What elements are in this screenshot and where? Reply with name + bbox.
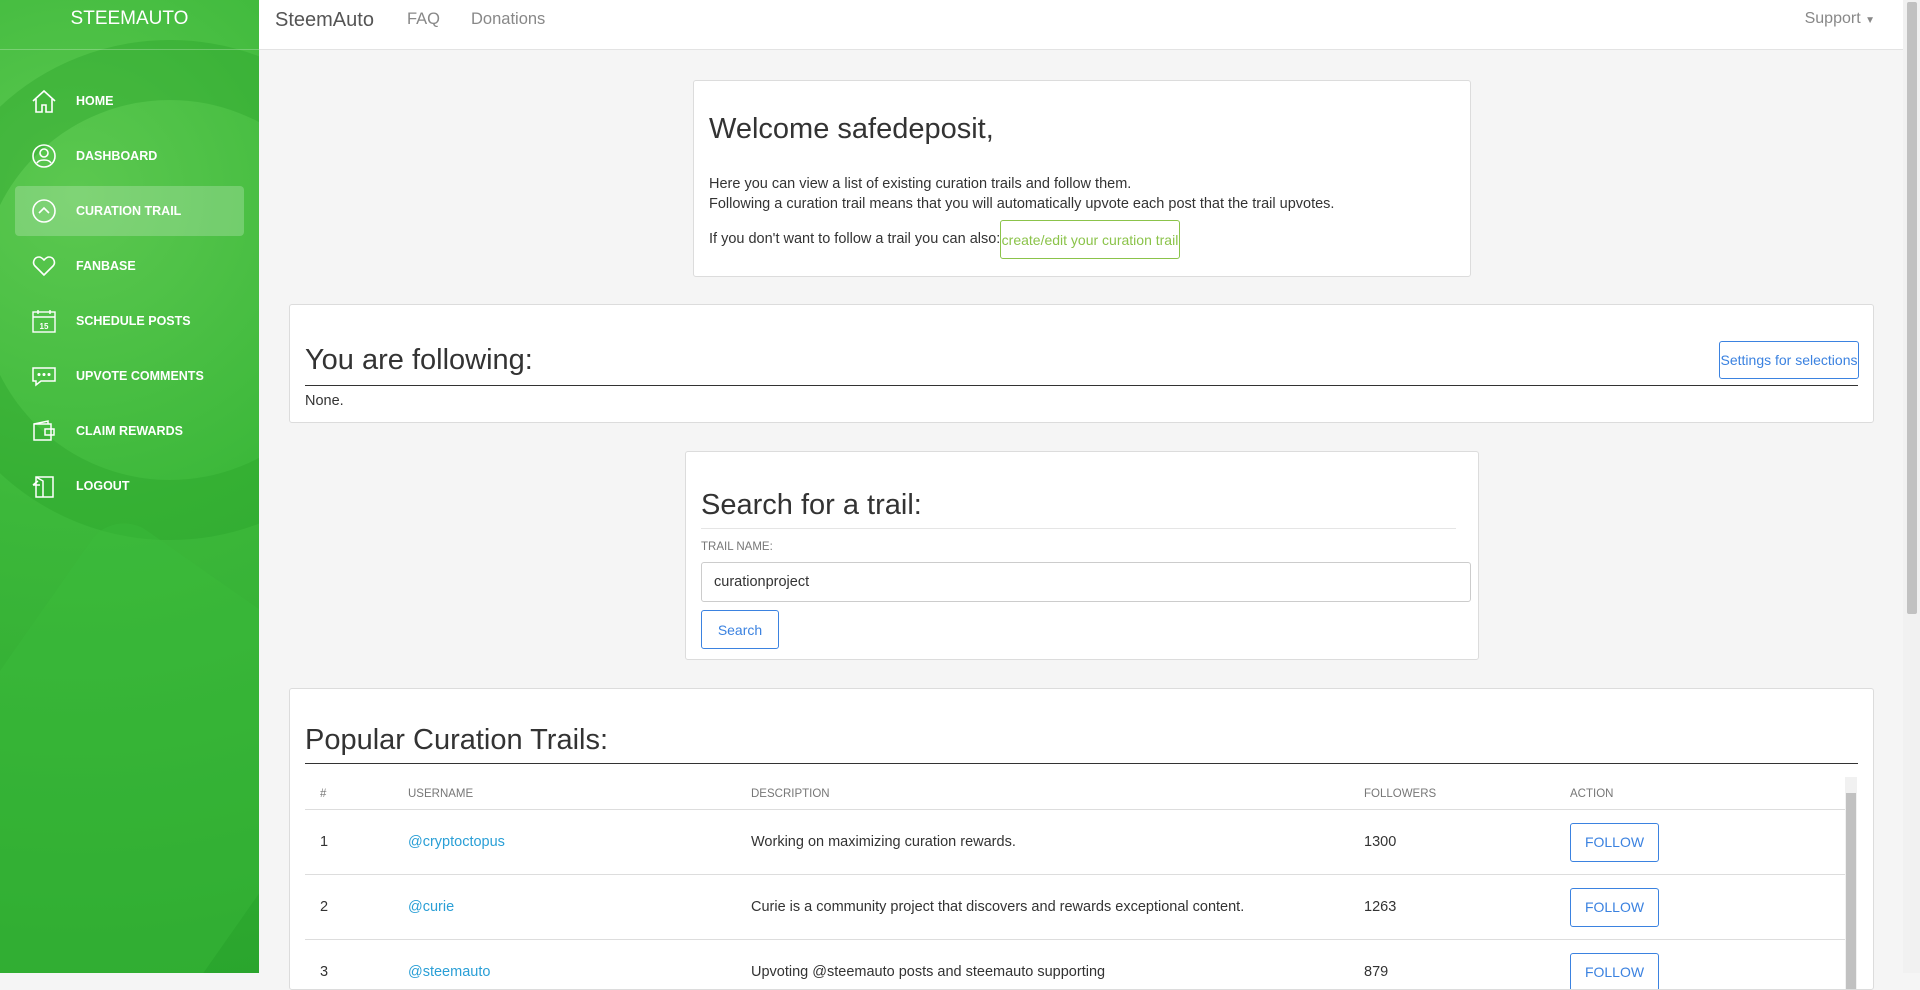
search-title: Search for a trail: — [701, 489, 922, 522]
table-header: # USERNAME DESCRIPTION FOLLOWERS ACTION — [305, 779, 1849, 810]
sidebar-item-label: LOGOUT — [76, 479, 129, 493]
sidebar-item-label: HOME — [76, 94, 114, 108]
popular-trails-card: Popular Curation Trails: # USERNAME DESC… — [289, 688, 1874, 990]
follow-button[interactable]: FOLLOW — [1570, 823, 1659, 862]
svg-text:15: 15 — [40, 322, 49, 331]
site-title-link[interactable]: SteemAuto — [275, 9, 374, 32]
followers-count: 1300 — [1364, 810, 1396, 874]
sidebar-item-schedule-posts[interactable]: 15 SCHEDULE POSTS — [15, 296, 244, 346]
logout-icon — [31, 473, 57, 499]
support-label: Support — [1805, 10, 1861, 27]
sidebar-item-label: DASHBOARD — [76, 149, 157, 163]
trail-description: Working on maximizing curation rewards. — [751, 810, 1016, 874]
settings-for-selections-button[interactable]: Settings for selections — [1719, 341, 1859, 379]
sidebar-item-label: CLAIM REWARDS — [76, 424, 183, 438]
sidebar-item-fanbase[interactable]: FANBASE — [15, 241, 244, 291]
sidebar-item-curation-trail[interactable]: CURATION TRAIL — [15, 186, 244, 236]
sidebar-item-label: FANBASE — [76, 259, 136, 273]
trail-description: Upvoting @steemauto posts and steemauto … — [751, 940, 1105, 990]
table-row: 1 @cryptoctopus Working on maximizing cu… — [305, 810, 1849, 875]
user-circle-icon — [31, 143, 57, 169]
sidebar: STEEMAUTO HOME DASHBOARD CURATION TRAIL … — [0, 0, 259, 973]
column-header: ACTION — [1570, 779, 1613, 809]
sidebar-item-label: UPVOTE COMMENTS — [76, 369, 204, 383]
sidebar-item-logout[interactable]: LOGOUT — [15, 461, 244, 511]
divider — [701, 528, 1456, 529]
support-dropdown[interactable]: Support ▼ — [1805, 10, 1875, 28]
sidebar-nav: HOME DASHBOARD CURATION TRAIL FANBASE 15… — [0, 76, 259, 511]
chevron-up-circle-icon — [31, 198, 57, 224]
page-scrollbar-thumb[interactable] — [1907, 2, 1917, 614]
donations-link[interactable]: Donations — [471, 10, 545, 29]
following-title: You are following: — [305, 335, 1858, 386]
column-header: FOLLOWERS — [1364, 779, 1436, 809]
row-number: 1 — [320, 810, 328, 874]
welcome-card: Welcome safedeposit, Here you can view a… — [693, 80, 1471, 277]
search-button[interactable]: Search — [701, 610, 779, 649]
following-value: None. — [305, 393, 344, 409]
sidebar-brand[interactable]: STEEMAUTO — [0, 0, 259, 50]
table-scrollbar-thumb[interactable] — [1846, 793, 1856, 990]
caret-down-icon: ▼ — [1865, 15, 1875, 26]
trail-name-input[interactable] — [701, 562, 1471, 602]
comment-icon — [31, 363, 57, 389]
wallet-icon — [31, 418, 57, 444]
action-cell: FOLLOW — [1570, 810, 1659, 874]
follow-button[interactable]: FOLLOW — [1570, 953, 1659, 990]
username-link[interactable]: @cryptoctopus — [408, 810, 505, 874]
welcome-text-1: Here you can view a list of existing cur… — [709, 176, 1131, 192]
top-navbar: SteemAuto FAQ Donations Support ▼ — [259, 0, 1903, 50]
followers-count: 879 — [1364, 940, 1388, 990]
sidebar-item-claim-rewards[interactable]: CLAIM REWARDS — [15, 406, 244, 456]
heart-icon — [31, 253, 57, 279]
column-header: # — [320, 779, 326, 809]
welcome-text-2: Following a curation trail means that yo… — [709, 196, 1334, 212]
search-card: Search for a trail: TRAIL NAME: Search — [685, 451, 1479, 660]
row-number: 3 — [320, 940, 328, 990]
column-header: DESCRIPTION — [751, 779, 830, 809]
sidebar-item-upvote-comments[interactable]: UPVOTE COMMENTS — [15, 351, 244, 401]
popular-title: Popular Curation Trails: — [305, 717, 1858, 764]
sidebar-item-dashboard[interactable]: DASHBOARD — [15, 131, 244, 181]
following-card: You are following: Settings for selectio… — [289, 304, 1874, 423]
welcome-text-3: If you don't want to follow a trail you … — [709, 231, 1000, 247]
column-header: USERNAME — [408, 779, 473, 809]
calendar-icon: 15 — [31, 308, 57, 334]
sidebar-item-label: SCHEDULE POSTS — [76, 314, 191, 328]
username-link[interactable]: @curie — [408, 875, 454, 939]
create-edit-trail-button[interactable]: create/edit your curation trail — [1000, 220, 1180, 259]
username-link[interactable]: @steemauto — [408, 940, 490, 990]
sidebar-item-home[interactable]: HOME — [15, 76, 244, 126]
row-number: 2 — [320, 875, 328, 939]
follow-button[interactable]: FOLLOW — [1570, 888, 1659, 927]
home-icon — [31, 88, 57, 114]
trail-description: Curie is a community project that discov… — [751, 875, 1244, 939]
table-row: 2 @curie Curie is a community project th… — [305, 875, 1849, 940]
trail-name-label: TRAIL NAME: — [701, 541, 773, 553]
sidebar-item-label: CURATION TRAIL — [76, 204, 181, 218]
table-scrollbar[interactable] — [1845, 777, 1857, 990]
faq-link[interactable]: FAQ — [407, 10, 440, 29]
followers-count: 1263 — [1364, 875, 1396, 939]
trails-table: # USERNAME DESCRIPTION FOLLOWERS ACTION … — [305, 779, 1849, 990]
page-scrollbar[interactable] — [1903, 0, 1920, 973]
action-cell: FOLLOW — [1570, 875, 1659, 939]
welcome-title: Welcome safedeposit, — [709, 113, 994, 146]
table-row: 3 @steemauto Upvoting @steemauto posts a… — [305, 940, 1849, 990]
action-cell: FOLLOW — [1570, 940, 1659, 990]
